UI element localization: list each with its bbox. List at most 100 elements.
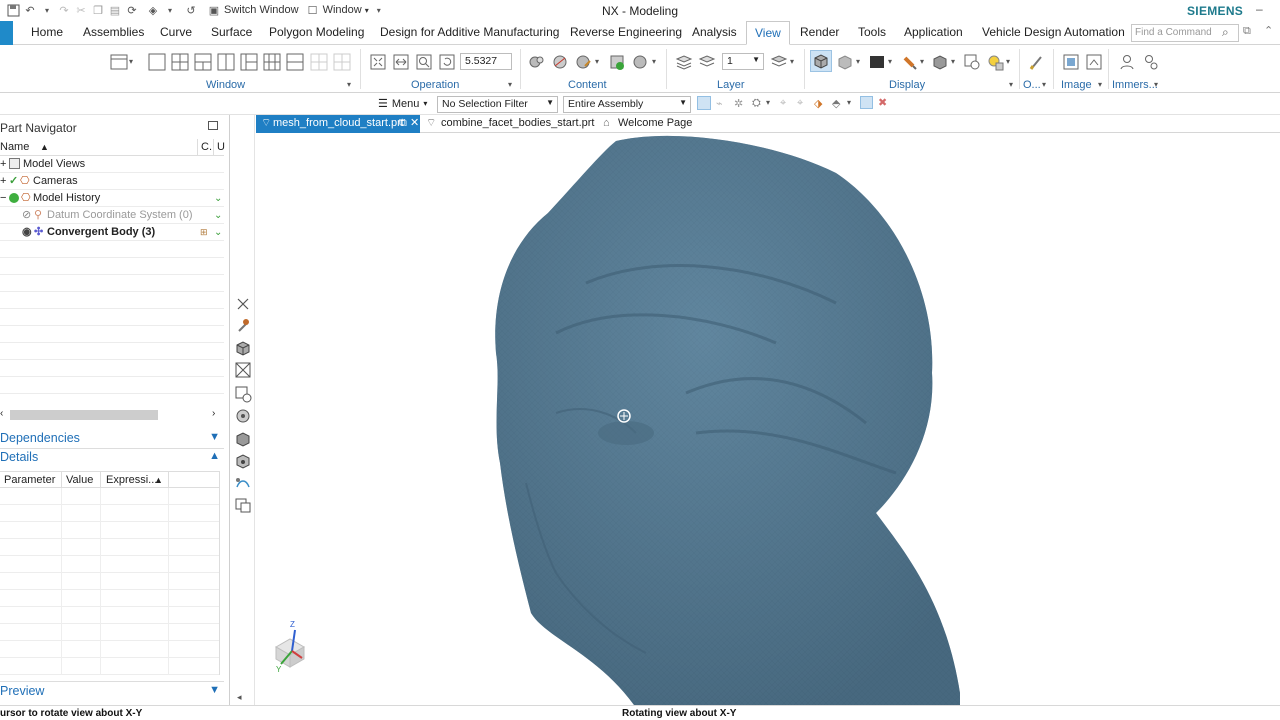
doc-tab-welcome-page[interactable]: ⌂ Welcome Page (601, 115, 692, 133)
tile-view-icon[interactable] (310, 53, 328, 71)
expander[interactable]: + (0, 173, 6, 190)
immersive-user-icon[interactable] (1118, 53, 1136, 71)
six-view-icon[interactable] (263, 53, 281, 71)
show-only-icon[interactable] (551, 53, 569, 71)
selection-filter-select[interactable]: No Selection Filter ▼ (437, 96, 558, 113)
scroll-right-icon[interactable]: › (212, 408, 215, 419)
column-parameter[interactable]: Parameter (4, 472, 55, 488)
layer-settings-icon[interactable] (675, 53, 693, 71)
undo-dropdown-icon[interactable]: ▾ (40, 3, 54, 17)
dependencies-section-header[interactable]: Dependencies ▼ (0, 431, 224, 445)
process-studio-icon[interactable] (234, 474, 252, 492)
display-options-icon[interactable] (931, 53, 949, 71)
quick-access-dropdown-icon[interactable]: ▾ (372, 3, 386, 17)
scroll-left-icon[interactable]: ‹ (0, 408, 3, 419)
show-all-icon[interactable] (608, 53, 626, 71)
two-view-horizontal-icon[interactable] (286, 53, 304, 71)
repeat-command-icon[interactable]: ⟳ (125, 3, 139, 17)
edit-object-display-icon[interactable] (902, 53, 920, 71)
tree-node-datum-coordinate-system[interactable]: ⊘ ⚲ Datum Coordinate System (0) ⌄ (0, 207, 224, 224)
column-value[interactable]: Value (66, 472, 93, 488)
column-expression[interactable]: Expressi... (106, 472, 157, 488)
quick-pick-icon[interactable] (860, 96, 873, 109)
mesh-model-view[interactable] (256, 133, 1280, 705)
doc-tab-mesh-from-cloud[interactable]: ⌔ mesh_from_cloud_start.prt ⧉ ✕ (256, 115, 420, 133)
maximize-panel-icon[interactable] (208, 121, 218, 130)
details-section-header[interactable]: Details ▲ (0, 450, 224, 464)
capture-image-icon[interactable] (1062, 53, 1080, 71)
column-c[interactable]: C. (201, 139, 212, 155)
minimize-icon[interactable]: – (1256, 2, 1263, 16)
tree-node-model-views[interactable]: + Model Views (0, 156, 224, 173)
hide-icon[interactable] (574, 53, 592, 71)
shaded-icon[interactable] (836, 53, 854, 71)
background-icon[interactable] (868, 53, 886, 71)
assembly-navigator-icon[interactable] (234, 317, 252, 335)
split-view-icon[interactable] (333, 53, 351, 71)
tree-node-convergent-body[interactable]: ◉ ✣ Convergent Body (3) ⊞ ⌄ (0, 224, 224, 241)
collapse-left-icon[interactable]: ◂ (237, 692, 242, 703)
pan-icon[interactable] (392, 53, 410, 71)
select-body-icon[interactable]: ✲ (734, 97, 743, 110)
close-icon[interactable] (234, 295, 252, 313)
web-browser-icon[interactable] (234, 430, 252, 448)
reuse-library-icon[interactable] (234, 385, 252, 403)
restore-window-icon[interactable]: ⧉ (1243, 25, 1251, 38)
operation-group-dropdown-icon[interactable]: ▾ (508, 80, 512, 89)
single-view-icon[interactable] (148, 53, 166, 71)
sort-ascending-icon[interactable]: ▲ (40, 139, 49, 155)
tree-node-cameras[interactable]: + ✓ ⎔ Cameras (0, 173, 224, 190)
file-tab[interactable] (0, 21, 13, 45)
scrollbar-thumb[interactable] (10, 410, 158, 420)
edit-display-dropdown-icon[interactable]: ▾ (920, 57, 924, 66)
window-layout-dropdown-icon[interactable]: ▾ (129, 57, 133, 66)
select-features-icon[interactable] (697, 96, 711, 110)
snap-point-icon[interactable]: ⌖ (780, 97, 786, 110)
four-view-icon[interactable] (171, 53, 189, 71)
selection-scope-select[interactable]: Entire Assembly ▼ (563, 96, 691, 113)
history-palette-icon[interactable] (234, 452, 252, 470)
touch-dropdown-icon[interactable]: ▾ (163, 3, 177, 17)
export-image-icon[interactable] (1085, 53, 1103, 71)
two-view-vertical-icon[interactable] (217, 53, 235, 71)
snap-options-icon[interactable]: ⬘ (832, 97, 840, 110)
zoom-icon[interactable] (415, 53, 433, 71)
horizontal-scrollbar[interactable]: ‹ › (0, 408, 224, 422)
three-view-icon[interactable] (194, 53, 212, 71)
display-options-dropdown-icon[interactable]: ▾ (951, 57, 955, 66)
paste-icon[interactable]: ▤ (108, 3, 122, 17)
visualization-preferences-icon[interactable] (963, 53, 981, 71)
constraint-navigator-icon[interactable] (234, 361, 252, 379)
layer-visible-icon[interactable] (770, 53, 788, 71)
switch-window-button[interactable]: ▣ Switch Window (207, 3, 299, 17)
zoom-scale-input[interactable]: 5.5327 (460, 53, 512, 70)
preview-section-header[interactable]: Preview ▼ (0, 684, 224, 698)
visible-eye-icon[interactable]: ◉ (22, 224, 32, 241)
shaded-with-edges-button[interactable] (810, 50, 832, 72)
immersive-settings-icon[interactable] (1141, 53, 1159, 71)
tab-surface[interactable]: Surface (211, 21, 252, 45)
graphics-window[interactable]: Z Y (256, 133, 1280, 705)
snap-dropdown-icon[interactable]: ▾ (847, 98, 851, 107)
brush-icon[interactable] (1028, 53, 1046, 71)
roles-icon[interactable] (234, 496, 252, 514)
work-layer-select[interactable]: 1 ▼ (722, 53, 764, 70)
l-view-icon[interactable] (240, 53, 258, 71)
hd3d-tools-icon[interactable] (234, 407, 252, 425)
move-to-layer-icon[interactable] (698, 53, 716, 71)
tree-node-model-history[interactable]: − ⎔ Model History ⌄ (0, 190, 224, 207)
close-tab-icon[interactable]: ✕ (410, 115, 419, 132)
column-u[interactable]: U (217, 139, 225, 155)
selection-options-icon[interactable]: ⛭ (752, 97, 761, 110)
part-navigator-icon[interactable] (234, 339, 252, 357)
tab-tools[interactable]: Tools (858, 21, 886, 45)
sort-ascending-icon[interactable]: ▲ (154, 472, 163, 488)
tab-curve[interactable]: Curve (160, 21, 192, 45)
select-faces-icon[interactable]: ⌁ (716, 97, 723, 110)
layer-dropdown-icon[interactable]: ▾ (790, 57, 794, 66)
tab-analysis[interactable]: Analysis (692, 21, 737, 45)
background-dropdown-icon[interactable]: ▾ (888, 57, 892, 66)
window-group-dropdown-icon[interactable]: ▾ (347, 80, 351, 89)
lighting-icon[interactable] (986, 53, 1004, 71)
tab-application[interactable]: Application (904, 21, 963, 45)
